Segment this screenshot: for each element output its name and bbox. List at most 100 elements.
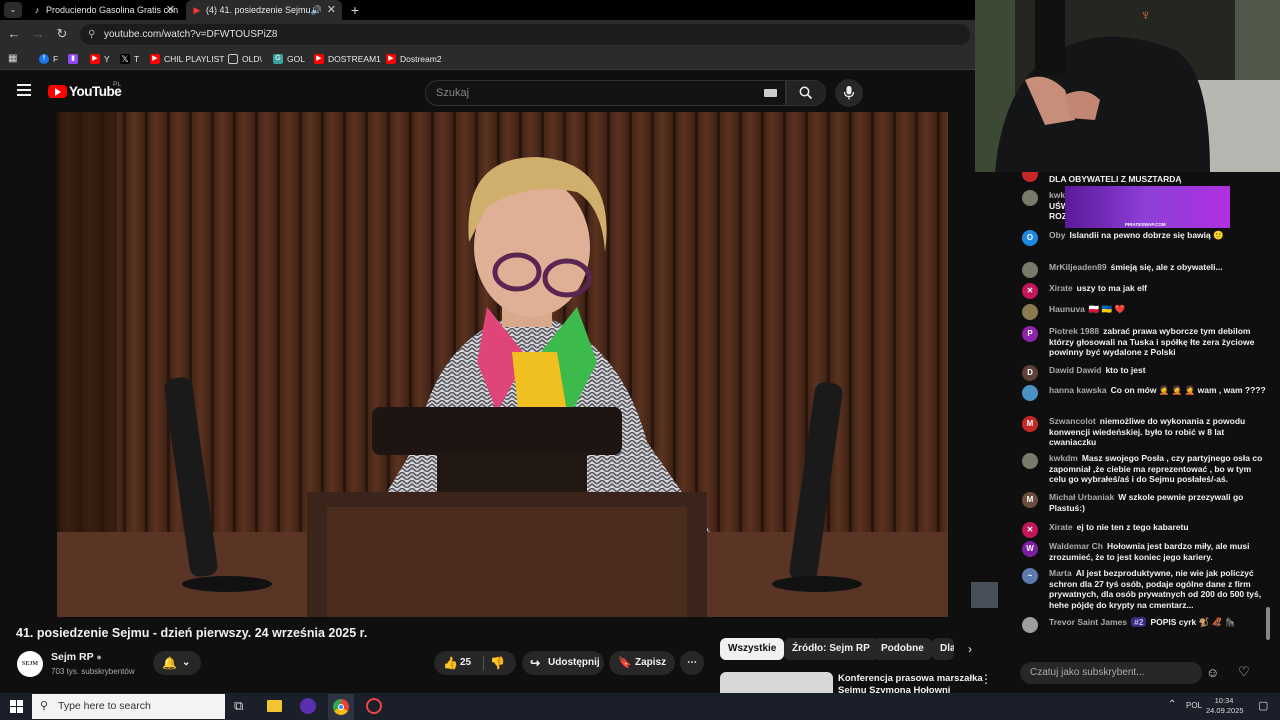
heart-icon[interactable]: ♡: [1238, 664, 1250, 680]
bookmark-folder-old[interactable]: OLD\: [228, 48, 262, 70]
chat-input[interactable]: Czatuj jako subskrybent...: [1020, 662, 1202, 684]
chat-avatar[interactable]: M: [1022, 492, 1038, 508]
chat-avatar[interactable]: P: [1022, 326, 1038, 342]
reload-icon[interactable]: ↻: [54, 26, 70, 42]
bookmark-facebook[interactable]: fF: [39, 48, 58, 70]
chat-avatar[interactable]: O: [1022, 230, 1038, 246]
chat-author[interactable]: Trevor Saint James: [1049, 617, 1127, 627]
chat-author[interactable]: Xirate: [1049, 522, 1073, 532]
file-explorer-icon[interactable]: [267, 700, 282, 712]
chat-message: Haunuva 🇵🇱 🇺🇦 ❤️: [1022, 304, 1267, 320]
chat-avatar[interactable]: ✕: [1022, 522, 1038, 538]
emoji-icon[interactable]: ☺: [1206, 665, 1219, 680]
bookmark-dostream1[interactable]: ▶ DOSTREAM1: [314, 48, 381, 70]
windows-start-icon[interactable]: [10, 700, 23, 713]
chat-avatar[interactable]: M: [1022, 416, 1038, 432]
chat-text: Co on mów 🤦 🤦 🤦 wam , wam ????: [1110, 385, 1266, 395]
chat-author[interactable]: Dawid Dawid: [1049, 365, 1101, 375]
chat-author[interactable]: Marta: [1049, 568, 1072, 578]
gol-icon: G: [273, 54, 283, 64]
tray-chevron-icon[interactable]: ⌃: [1168, 699, 1176, 710]
app-icon-2[interactable]: [366, 698, 382, 714]
browser-tab-2[interactable]: ▶ (4) 41. posiedzenie Sejmu - 🔊 ✕: [186, 0, 342, 20]
notification-bell-button[interactable]: 🔔 ⌄: [153, 651, 201, 675]
search-button[interactable]: [786, 80, 826, 106]
search-input[interactable]: Szukaj: [425, 80, 786, 106]
close-tab-icon[interactable]: ✕: [327, 0, 336, 20]
bookmark-chil-playlist[interactable]: ▶ CHIL PLAYLIST: [150, 48, 224, 70]
chip-all[interactable]: Wszystkie: [720, 638, 785, 660]
apps-grid-icon[interactable]: ▦: [8, 54, 18, 64]
chat-avatar[interactable]: [1022, 453, 1038, 469]
new-tab-button[interactable]: +: [348, 0, 362, 20]
related-video-thumbnail[interactable]: [720, 672, 833, 693]
channel-avatar[interactable]: SEJM: [17, 651, 43, 677]
search-icon: [799, 86, 813, 100]
chip-for[interactable]: Dla: [932, 638, 954, 660]
chat-author[interactable]: Michał Urbaniak: [1049, 492, 1114, 502]
forward-arrow-icon[interactable]: →: [30, 26, 46, 42]
bookmark-twitch[interactable]: ▮: [68, 48, 82, 70]
chip-source[interactable]: Źródło: Sejm RP: [784, 638, 878, 660]
chat-author[interactable]: Haunuva: [1049, 304, 1085, 314]
chat-author[interactable]: Piotrek 1988: [1049, 326, 1099, 336]
related-more-icon[interactable]: ⋮: [980, 672, 992, 686]
browser-toolbar: ← → ↻ ⚲ youtube.com/watch?v=DFWTOUSPiZ8: [0, 20, 975, 48]
save-button[interactable]: 🔖 Zapisz: [609, 651, 675, 675]
tab-search-button[interactable]: ⌄: [4, 2, 22, 18]
app-icon-1[interactable]: [300, 698, 316, 714]
chat-author[interactable]: hanna kawska: [1049, 385, 1107, 395]
video-player[interactable]: [57, 112, 948, 617]
bookmark-youtube-y[interactable]: ▶ Y: [90, 48, 110, 70]
chat-avatar[interactable]: W: [1022, 541, 1038, 557]
chrome-icon[interactable]: [328, 694, 354, 720]
bookmark-dostream2[interactable]: ▶ Dostream2: [386, 48, 442, 70]
chip-similar[interactable]: Podobne: [873, 638, 932, 660]
chat-avatar[interactable]: [1022, 262, 1038, 278]
bookmark-x[interactable]: 𝕏T: [120, 48, 139, 70]
notification-center-icon[interactable]: ▢: [1258, 699, 1268, 712]
chat-text: AI jest bezproduktywne, nie wie jak poli…: [1049, 568, 1262, 610]
keyboard-icon[interactable]: [764, 89, 777, 97]
chat-avatar[interactable]: [1022, 617, 1038, 633]
chat-author[interactable]: Waldemar Ch: [1049, 541, 1103, 551]
webcam-overlay: ♆: [975, 0, 1280, 172]
chat-avatar[interactable]: ✕: [1022, 283, 1038, 299]
chat-avatar[interactable]: ~: [1022, 568, 1038, 584]
ad-banner[interactable]: PIRATESWAP.COM: [1065, 186, 1230, 228]
sejm-watermark[interactable]: [971, 582, 998, 608]
chat-message: Trevor Saint James #2 POPIS cyrk 🐒 🦧 🦍: [1022, 617, 1267, 633]
chat-author[interactable]: kwkdm: [1049, 453, 1078, 463]
site-info-icon[interactable]: ⚲: [88, 24, 95, 45]
chat-avatar[interactable]: D: [1022, 365, 1038, 381]
language-indicator[interactable]: POL: [1186, 701, 1202, 710]
taskbar-search[interactable]: ⚲ Type here to search: [32, 694, 225, 719]
chat-text: uszy to ma jak elf: [1076, 283, 1148, 293]
chat-author[interactable]: Szwancolot: [1049, 416, 1096, 426]
browser-tab-1[interactable]: ♪ Produciendo Gasolina Gratis con ✕: [26, 0, 181, 20]
like-button[interactable]: 👍 25 👎: [434, 651, 516, 675]
chat-author[interactable]: Xirate: [1049, 283, 1073, 293]
svg-text:♆: ♆: [1140, 7, 1151, 24]
more-actions-button[interactable]: ⋯: [680, 651, 704, 675]
chat-author[interactable]: MrKiljeaden89: [1049, 262, 1107, 272]
channel-name[interactable]: Sejm RP ●: [51, 651, 102, 663]
voice-search-button[interactable]: [835, 79, 863, 107]
thumbs-down-icon[interactable]: 👎: [490, 651, 505, 675]
chat-scrollbar[interactable]: [1266, 607, 1270, 640]
close-tab-icon[interactable]: ✕: [166, 0, 175, 20]
speaker-icon[interactable]: 🔊: [311, 0, 322, 20]
chips-next-icon[interactable]: ›: [968, 642, 972, 656]
address-bar[interactable]: ⚲ youtube.com/watch?v=DFWTOUSPiZ8: [80, 24, 970, 45]
chat-avatar[interactable]: [1022, 304, 1038, 320]
hamburger-menu-icon[interactable]: [17, 84, 31, 96]
chat-author[interactable]: Oby: [1049, 230, 1066, 240]
related-video-title[interactable]: Konferencja prasowa marszałka Sejmu Szym…: [838, 673, 983, 693]
chat-avatar[interactable]: [1022, 385, 1038, 401]
task-view-icon[interactable]: ⧉: [234, 698, 243, 714]
clock[interactable]: 10:34 24.09.2025: [1206, 696, 1244, 716]
facebook-icon: f: [39, 54, 49, 64]
share-button[interactable]: ↪ Udostępnij: [522, 651, 604, 675]
bookmark-gol[interactable]: G GOL: [273, 48, 305, 70]
back-arrow-icon[interactable]: ←: [6, 26, 22, 42]
